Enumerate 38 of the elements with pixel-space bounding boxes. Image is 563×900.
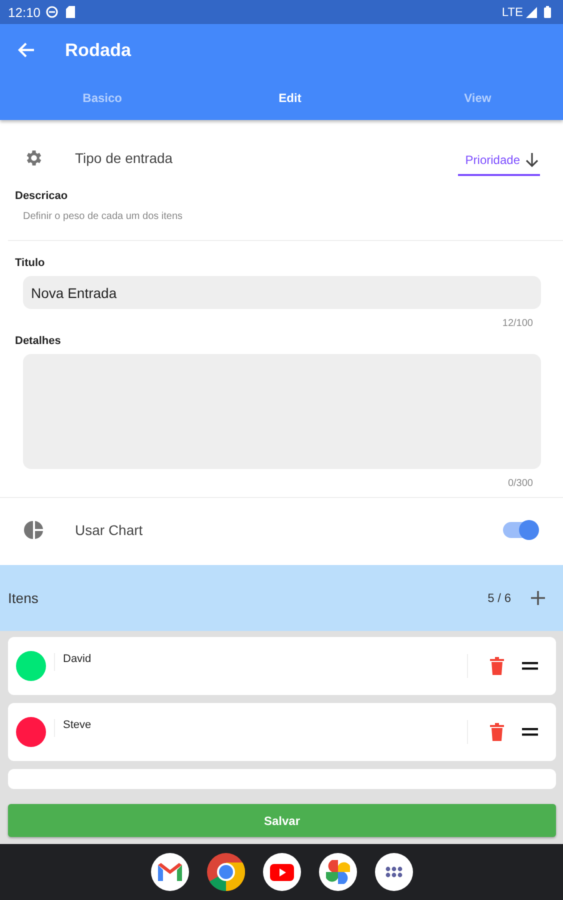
mail-icon[interactable] bbox=[158, 863, 182, 881]
screen-title: Rodada bbox=[65, 40, 132, 60]
section-label: Descricao bbox=[15, 190, 68, 202]
apps-grid-icon[interactable] bbox=[384, 866, 402, 878]
drag-handle[interactable] bbox=[522, 728, 538, 736]
do-not-disturb-icon bbox=[46, 6, 58, 18]
sd-card-icon bbox=[66, 6, 75, 18]
drag-handle[interactable] bbox=[522, 662, 538, 670]
character-counter: 12/100 bbox=[502, 318, 533, 329]
browser-icon[interactable] bbox=[206, 853, 244, 891]
tab[interactable]: Edit bbox=[204, 76, 376, 120]
back-button[interactable] bbox=[17, 41, 35, 59]
save-button[interactable]: Salvar bbox=[8, 804, 556, 837]
section-label: Detalhes bbox=[15, 335, 61, 347]
delete-button[interactable] bbox=[490, 723, 504, 741]
pie-chart-icon bbox=[24, 520, 44, 540]
settings-icon bbox=[24, 148, 44, 168]
add-button[interactable] bbox=[531, 591, 545, 605]
section-label: Titulo bbox=[15, 257, 45, 269]
play-icon[interactable] bbox=[270, 864, 294, 880]
pinwheel-icon[interactable] bbox=[326, 860, 350, 884]
network-type: LTE bbox=[502, 5, 523, 19]
tab[interactable]: Basico bbox=[17, 76, 188, 120]
character-counter: 0/300 bbox=[508, 478, 533, 489]
items-heading: Itens bbox=[8, 590, 40, 606]
tab[interactable]: View bbox=[392, 76, 563, 120]
signal-icon bbox=[526, 6, 537, 18]
arrow-down-icon bbox=[524, 152, 540, 168]
title-input[interactable]: Nova Entrada bbox=[23, 276, 541, 309]
use-chart-label: Usar Chart bbox=[75, 522, 144, 538]
item-count: 5 / 6 bbox=[488, 591, 511, 605]
battery-icon bbox=[544, 6, 551, 18]
toggle-switch[interactable] bbox=[503, 522, 537, 538]
entry-type-label: Tipo de entrada bbox=[75, 150, 174, 166]
priority-dropdown[interactable]: Prioridade bbox=[458, 146, 540, 176]
description-text: Definir o peso de cada um dos itens bbox=[23, 211, 183, 222]
delete-button[interactable] bbox=[490, 657, 504, 675]
status-time: 12:10 bbox=[8, 4, 41, 20]
